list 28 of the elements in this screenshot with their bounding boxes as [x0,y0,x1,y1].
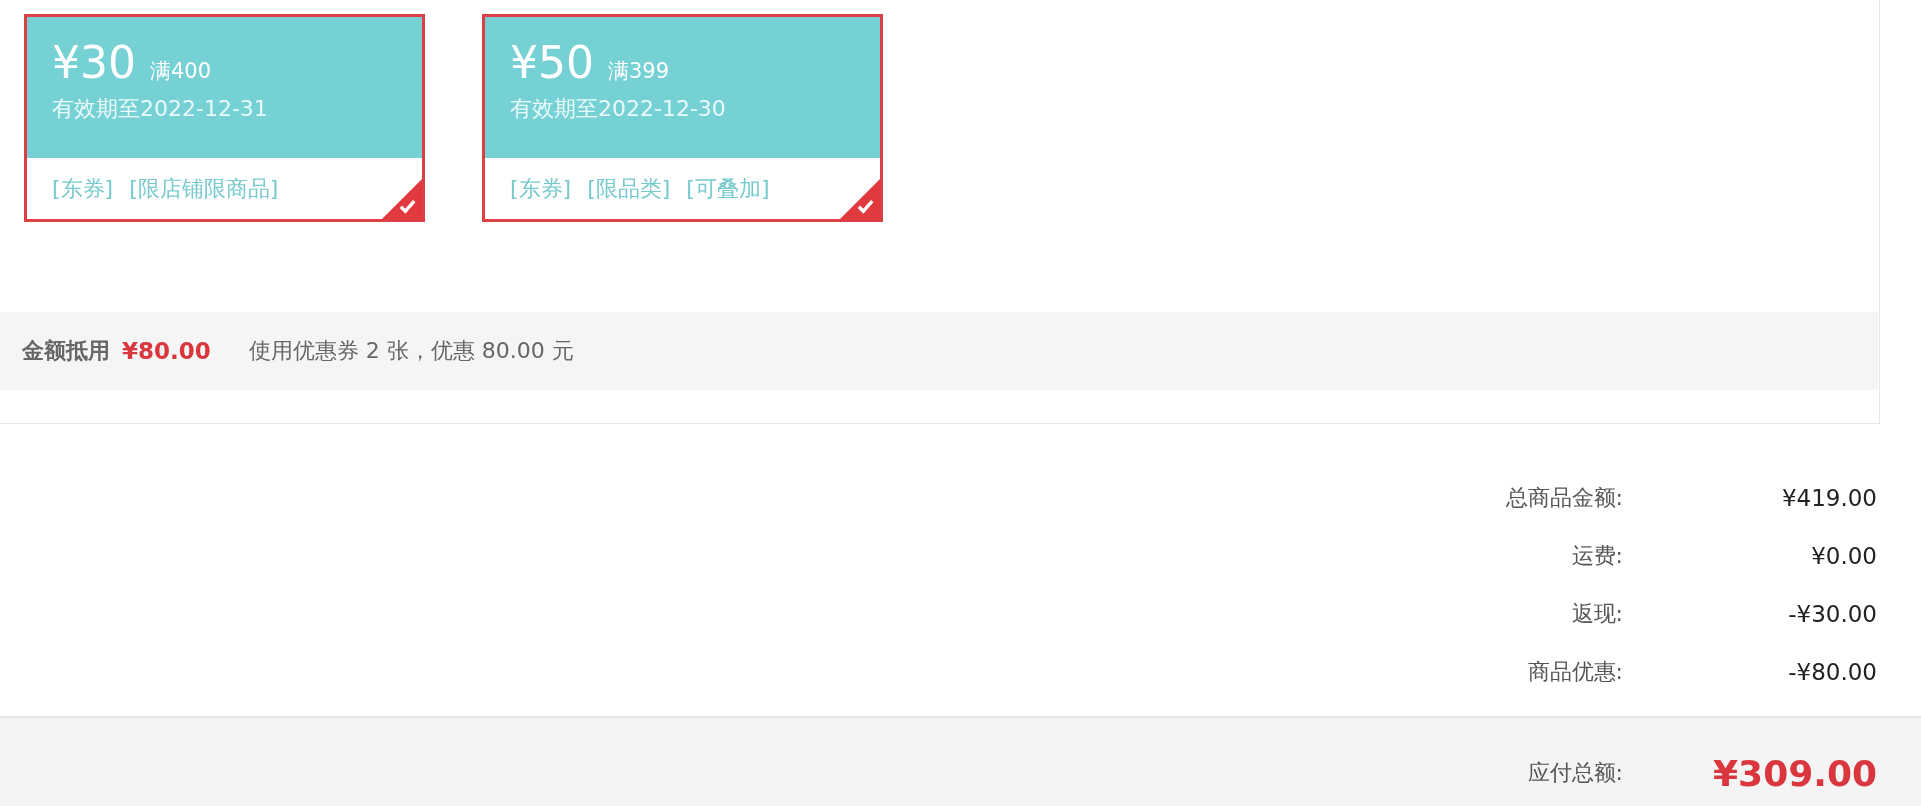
coupon-amount: ¥50 [510,37,594,88]
total-value: -¥30.00 [1787,601,1877,627]
total-label: 总商品金额: [1504,484,1623,512]
total-label: 运费: [1570,542,1623,570]
deduction-note: 使用优惠券 2 张，优惠 80.00 元 [248,337,574,365]
total-value: ¥0.00 [1810,543,1877,569]
payable-value: ¥309.00 [1712,752,1877,794]
check-corner-icon [840,179,880,219]
total-value: ¥419.00 [1780,485,1877,511]
total-value: -¥80.00 [1787,659,1877,685]
coupon-tag: [限品类] [587,173,671,204]
coupon-tag: [东券] [510,173,572,204]
deduction-amount: ¥80.00 [122,338,211,364]
coupon-card[interactable]: ¥50 满399 有效期至2022-12-30 [东券] [限品类] [可叠加] [482,14,883,222]
coupon-tag: [限店铺限商品] [129,173,279,204]
payable-label: 应付总额: [1526,759,1623,787]
coupon-amount: ¥30 [52,37,136,88]
coupon-threshold: 满399 [608,58,670,85]
coupon-tag: [东券] [52,173,114,204]
coupon-tag: [可叠加] [686,173,770,204]
coupon-validity: 有效期至2022-12-30 [510,95,727,123]
coupon-threshold: 满400 [150,58,212,85]
total-label: 返现: [1570,600,1623,628]
deduction-label: 金额抵用 [22,337,110,365]
coupon-card[interactable]: ¥30 满400 有效期至2022-12-31 [东券] [限店铺限商品] [24,14,425,222]
check-corner-icon [382,179,422,219]
coupon-validity: 有效期至2022-12-31 [52,95,269,123]
total-label: 商品优惠: [1526,658,1623,686]
